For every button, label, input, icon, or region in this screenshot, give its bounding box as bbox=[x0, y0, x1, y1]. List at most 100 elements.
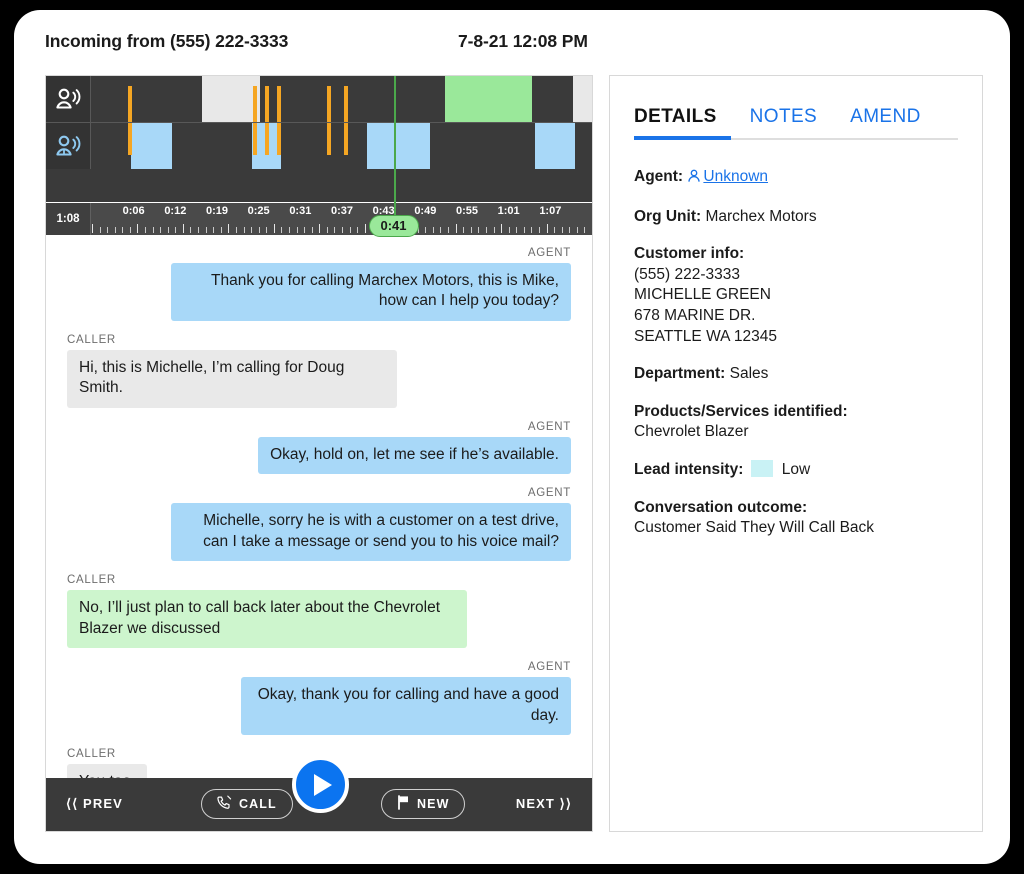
field-conversation-outcome: Conversation outcome: Customer Said They… bbox=[634, 498, 958, 539]
timeline-tick bbox=[326, 227, 328, 233]
details-tabs: DETAILS NOTES AMEND bbox=[634, 106, 958, 140]
agent-label: Agent: bbox=[634, 168, 684, 185]
message-bubble[interactable]: Okay, thank you for calling and have a g… bbox=[241, 677, 571, 735]
timeline-tick bbox=[266, 227, 268, 233]
timeline-tick bbox=[319, 224, 321, 233]
active-tab-underline bbox=[634, 136, 731, 140]
timeline-tick bbox=[455, 224, 457, 233]
timeline-tick-label: 0:49 bbox=[414, 205, 437, 217]
customer-phone: (555) 222-3333 bbox=[634, 265, 740, 283]
field-products: Products/Services identified: Chevrolet … bbox=[634, 402, 958, 443]
timeline-tick-label: 0:12 bbox=[164, 205, 187, 217]
waveform-marker bbox=[277, 123, 281, 155]
timeline-tick bbox=[107, 227, 109, 233]
timeline-tick-label: 0:31 bbox=[289, 205, 312, 217]
waveform-marker bbox=[253, 123, 257, 155]
message-bubble[interactable]: Okay, hold on, let me see if he’s availa… bbox=[258, 436, 571, 475]
timeline-tick bbox=[334, 227, 336, 233]
timeline-tick bbox=[251, 227, 253, 233]
page-title: Incoming from (555) 222-3333 bbox=[45, 31, 289, 51]
department-value: Sales bbox=[729, 365, 769, 383]
waveform-row-agent[interactable] bbox=[46, 76, 592, 123]
play-icon bbox=[314, 773, 332, 796]
field-lead-intensity: Lead intensity: Low bbox=[634, 460, 958, 481]
timeline-tick bbox=[508, 227, 510, 233]
message-bubble[interactable]: Thank you for calling Marchex Motors, th… bbox=[171, 263, 571, 321]
timeline-tick bbox=[235, 227, 237, 233]
timeline-tick bbox=[167, 227, 169, 233]
timeline-tick bbox=[92, 224, 93, 233]
details-content: Agent: Unknown Org Unit: Marchex Motors … bbox=[634, 167, 958, 539]
playhead-line[interactable] bbox=[393, 76, 396, 226]
playhead-time-bubble[interactable]: 0:41 bbox=[368, 215, 419, 237]
person-icon bbox=[687, 169, 701, 190]
tab-details[interactable]: DETAILS bbox=[634, 106, 717, 128]
products-label: Products/Services identified: bbox=[634, 402, 848, 420]
transcript-list: AGENT Thank you for calling Marchex Motor… bbox=[46, 235, 592, 780]
timeline-tick bbox=[470, 227, 472, 233]
timeline-tick bbox=[145, 227, 147, 233]
timeline-tick bbox=[228, 224, 230, 233]
agent-link[interactable]: Unknown bbox=[703, 168, 768, 185]
timeline-tick bbox=[463, 227, 465, 233]
message-bubble[interactable]: No, I’ll just plan to call back later ab… bbox=[67, 590, 467, 649]
next-call-button[interactable]: NEXT ⟩⟩ bbox=[516, 796, 572, 812]
tab-notes[interactable]: NOTES bbox=[750, 106, 817, 128]
timeline-tick-label: 0:25 bbox=[247, 205, 270, 217]
waveform-marker bbox=[128, 86, 132, 122]
message-bubble[interactable]: Hi, this is Michelle, I’m calling for Do… bbox=[67, 349, 397, 408]
products-value: Chevrolet Blazer bbox=[634, 423, 749, 441]
transcript-message: CALLER No, I’ll just plan to call back la… bbox=[67, 574, 571, 649]
waveform-row-caller[interactable] bbox=[46, 123, 592, 169]
waveform-segment bbox=[367, 123, 430, 169]
timeline-tick-label: 1:01 bbox=[497, 205, 520, 217]
new-flag-button[interactable]: NEW bbox=[381, 789, 466, 819]
waveform-marker bbox=[277, 86, 281, 122]
customer-city-state-zip: SEATTLE WA 12345 bbox=[634, 327, 778, 345]
transcript-message: AGENT Okay, thank you for calling and hav… bbox=[67, 661, 571, 735]
waveform-marker bbox=[327, 123, 331, 155]
timeline-tick bbox=[538, 227, 540, 233]
timeline-tick bbox=[554, 227, 556, 233]
play-button[interactable] bbox=[292, 756, 349, 813]
org-unit-value: Marchex Motors bbox=[705, 207, 817, 225]
caller-audio-track bbox=[92, 123, 592, 169]
timeline-tick bbox=[576, 227, 578, 233]
timeline-tick bbox=[364, 224, 366, 233]
call-header: Incoming from (555) 222-3333 7-8-21 12:0… bbox=[45, 31, 983, 65]
timeline-tick bbox=[296, 227, 298, 233]
timeline-tick bbox=[493, 227, 495, 233]
tab-amend[interactable]: AMEND bbox=[850, 106, 921, 128]
player-toolbar: ⟨⟨ PREV CALL NEW NEXT ⟩⟩ bbox=[46, 756, 592, 831]
field-org-unit: Org Unit: Marchex Motors bbox=[634, 207, 958, 228]
speaker-label: AGENT bbox=[527, 420, 571, 433]
timeline-tick bbox=[592, 224, 593, 233]
waveform-marker bbox=[327, 86, 331, 122]
timeline-tick bbox=[175, 227, 177, 233]
message-bubble[interactable]: Michelle, sorry he is with a customer on… bbox=[171, 503, 571, 562]
timeline-tick bbox=[152, 227, 154, 233]
timeline-tick bbox=[523, 227, 525, 233]
timeline-tick bbox=[205, 227, 207, 233]
timeline-tick bbox=[425, 227, 427, 233]
call-button-label: CALL bbox=[239, 797, 277, 811]
timeline-tick bbox=[99, 227, 101, 233]
prev-call-button[interactable]: ⟨⟨ PREV bbox=[66, 796, 123, 812]
waveform-segment bbox=[444, 76, 532, 122]
timeline-tick bbox=[243, 227, 245, 233]
timeline-tick bbox=[258, 227, 260, 233]
timeline-tick bbox=[160, 227, 162, 233]
waveform-segment bbox=[202, 76, 260, 122]
call-waveform[interactable] bbox=[46, 76, 592, 226]
timeline-scale[interactable]: 0:06 0:12 0:19 0:25 0:31 0:37 0:43 0:49 0:55 1:01… bbox=[92, 203, 592, 235]
timeline-tick bbox=[129, 227, 131, 233]
timeline-tick bbox=[485, 227, 487, 233]
customer-info-label: Customer info: bbox=[634, 245, 745, 263]
timeline-tick bbox=[546, 224, 548, 233]
timeline-tick bbox=[190, 227, 192, 233]
call-button[interactable]: CALL bbox=[201, 789, 293, 819]
speaker-label: CALLER bbox=[67, 574, 116, 587]
timeline-ruler[interactable]: 1:08 0:06 0:12 0:19 0:25 0:31 0:37 0:43 0:49 0:5… bbox=[46, 203, 592, 237]
timeline-tick bbox=[114, 227, 116, 233]
timeline-tick-label: 0:37 bbox=[330, 205, 354, 217]
